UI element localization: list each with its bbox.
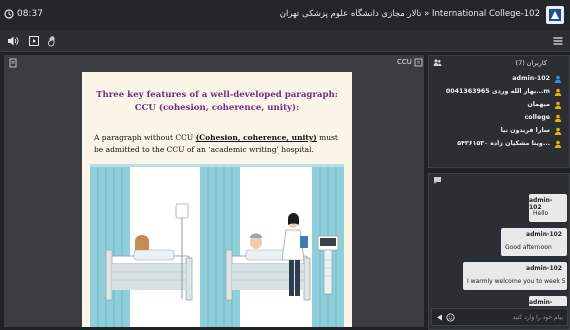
message-sender: admin-102 (526, 231, 562, 238)
presentation-button[interactable] (27, 34, 41, 48)
speaker-button[interactable] (6, 34, 20, 48)
user-item[interactable]: میهمان (434, 99, 564, 112)
users-count-label: کاربران (7) (515, 59, 547, 67)
user-item[interactable]: ویتا مشکیان زاده ۵۴۳۶۱۵۳۰... (434, 138, 564, 151)
user-name: college (524, 114, 550, 121)
user-name: سارا فریدون نیا (500, 127, 550, 134)
message-text: Hello (533, 210, 549, 217)
chat-composer (431, 308, 568, 326)
message-sender: admin-102 (529, 299, 553, 306)
send-icon[interactable] (435, 313, 444, 322)
chat-message: admin-102 Hello (529, 194, 567, 222)
user-name: بهار الله وردی 0041363965...m (445, 88, 550, 95)
emoji-icon[interactable] (446, 313, 455, 322)
user-icon (554, 88, 562, 96)
presentation-area: CCU Three key features of a well-develop… (4, 55, 424, 327)
chat-message: admin-102 Good afternoon (501, 228, 567, 256)
users-panel: کاربران (7) admin-102 بهار الله وردی 004… (428, 55, 570, 168)
message-text: Good afternoon (505, 244, 552, 251)
hospital-illustration (90, 164, 344, 327)
slide-icon (29, 36, 39, 46)
user-name: ویتا مشکیان زاده ۵۴۳۶۱۵۳۰... (457, 140, 550, 147)
speaker-icon (8, 36, 19, 46)
chat-panel: admin-102 Hello admin-102 Good afternoon… (428, 173, 570, 330)
clock-icon (4, 9, 14, 19)
hand-icon (48, 36, 55, 47)
message-text: I warmly welcome you to week 5 (467, 278, 566, 285)
user-item[interactable]: بهار الله وردی 0041363965...m (434, 86, 564, 99)
hamburger-icon (553, 37, 563, 45)
document-icon[interactable] (8, 58, 18, 68)
app-window: 08:37 تالار مجازی دانشگاه علوم پزشکی تهر… (0, 0, 570, 330)
title-bar: 08:37 تالار مجازی دانشگاه علوم پزشکی تهر… (0, 0, 570, 30)
users-icon[interactable] (433, 58, 442, 67)
users-panel-header: کاربران (7) (429, 56, 569, 70)
chat-message: admin-102 I warmly welcome you to week 5 (463, 262, 567, 290)
user-icon (554, 114, 562, 122)
chat-icon[interactable] (433, 176, 442, 185)
raise-hand-button[interactable] (46, 34, 60, 48)
message-list: admin-102 Hello admin-102 Good afternoon… (433, 194, 567, 306)
chat-message: admin-102 (529, 296, 567, 306)
slide-body-underlined: (Cohesion, coherence, unity) (195, 133, 317, 142)
user-item[interactable]: college (434, 112, 564, 125)
slide-body-prefix: A paragraph without CCU (94, 133, 196, 142)
slide: Three key features of a well-developed p… (82, 72, 352, 327)
message-sender: admin-102 (529, 197, 553, 211)
user-name: admin-102 (512, 75, 550, 82)
slide-body: A paragraph without CCU (Cohesion, coher… (94, 132, 344, 156)
room-title: تالار مجازی دانشگاه علوم پزشکی تهران » I… (279, 9, 540, 19)
session-time: 08:37 (17, 9, 43, 19)
session-clock: 08:37 (4, 9, 43, 19)
user-item[interactable]: admin-102 (434, 73, 564, 86)
presentation-name: CCU (397, 58, 412, 66)
user-list: admin-102 بهار الله وردی 0041363965...m … (434, 73, 564, 151)
chat-panel-header (429, 174, 569, 188)
toolbar (0, 30, 570, 52)
university-logo (546, 6, 564, 24)
user-icon (554, 101, 562, 109)
menu-button[interactable] (551, 34, 565, 48)
user-icon (554, 140, 562, 148)
user-name: میهمان (527, 101, 550, 108)
presentation-menu-icon[interactable] (414, 58, 423, 67)
chat-message-input[interactable] (463, 312, 563, 323)
message-sender: admin-102 (526, 265, 562, 272)
user-icon (554, 75, 562, 83)
user-item[interactable]: سارا فریدون نیا (434, 125, 564, 138)
user-icon (554, 127, 562, 135)
slide-title: Three key features of a well-developed p… (96, 90, 338, 113)
